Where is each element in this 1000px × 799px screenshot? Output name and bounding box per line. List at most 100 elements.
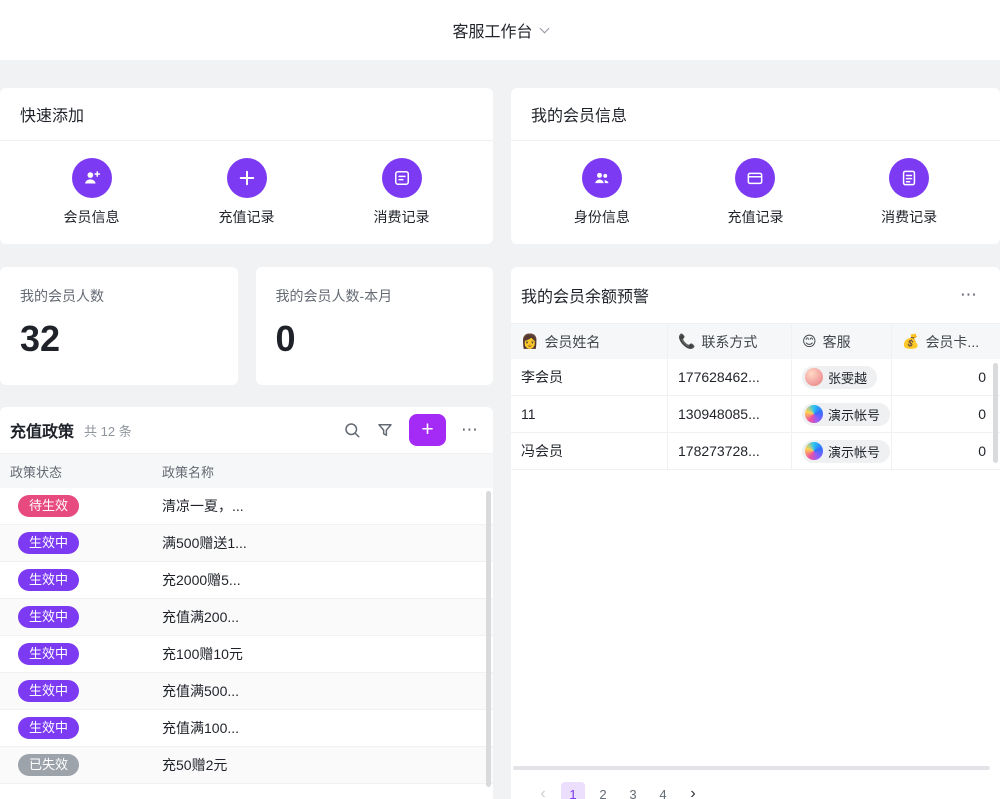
status-badge: 生效中 [18, 643, 79, 665]
policy-table-body: 待生效 清凉一夏，... 生效中 满500赠送1... 生效中 充2000赠5.… [0, 488, 493, 784]
quick-action-member-info[interactable]: 会员信息 [40, 158, 144, 227]
policy-actions: + ⋯ [343, 414, 479, 446]
quick-action-recharge-record[interactable]: 充值记录 [195, 158, 299, 227]
agent-name: 演示帐号 [828, 442, 880, 461]
member-name: 11 [511, 396, 668, 432]
policy-name: 充值满200... [162, 607, 493, 627]
money-icon: 💰 [902, 333, 919, 350]
policy-title: 充值政策 [10, 418, 74, 442]
card-recharge-policy: 充值政策 共 12 条 + ⋯ 政策状态 政策名称 待生效 清凉一夏，... [0, 407, 493, 799]
table-row[interactable]: 生效中 充2000赠5... [0, 562, 493, 599]
action-consumption-record[interactable]: 消费记录 [857, 158, 961, 227]
column-header-agent: 😊 客服 [792, 324, 892, 359]
pagination-page-3[interactable]: 3 [621, 782, 645, 799]
table-row[interactable]: 11 130948085... 演示帐号 0 [511, 396, 1000, 433]
table-row[interactable]: 生效中 充值满500... [0, 673, 493, 710]
member-name: 李会员 [511, 359, 668, 395]
horizontal-scrollbar[interactable] [513, 766, 990, 770]
card-balance: 0 [892, 433, 1000, 469]
workspace-switcher[interactable]: 客服工作台 [452, 18, 547, 42]
card-balance-warning: 我的会员余额预警 ⋯ 👩 会员姓名 📞 联系方式 😊 客服 💰 会员卡... [511, 267, 1000, 799]
stat-label: 我的会员人数-本月 [276, 286, 474, 306]
more-icon[interactable]: ⋯ [461, 420, 479, 440]
policy-count: 共 12 条 [84, 421, 132, 440]
quick-action-label: 消费记录 [374, 207, 430, 227]
balance-header: 我的会员余额预警 ⋯ [511, 267, 1000, 323]
pagination-page-1[interactable]: 1 [561, 782, 585, 799]
action-label: 充值记录 [727, 207, 783, 227]
card-member-info: 我的会员信息 身份信息 充值记录 消费记录 [511, 88, 1000, 244]
stat-label: 我的会员人数 [20, 286, 218, 306]
table-row[interactable]: 生效中 充100赠10元 [0, 636, 493, 673]
agent-chip[interactable]: 张雯越 [802, 366, 877, 389]
more-icon[interactable]: ⋯ [960, 285, 978, 305]
right-column: 我的会员信息 身份信息 充值记录 消费记录 [511, 88, 1000, 799]
pagination-next[interactable]: › [681, 782, 705, 799]
pagination-prev[interactable]: ‹ [531, 782, 555, 799]
policy-name: 充50赠2元 [162, 755, 493, 775]
policy-header: 充值政策 共 12 条 + ⋯ [0, 407, 493, 453]
balance-table-header: 👩 会员姓名 📞 联系方式 😊 客服 💰 会员卡... [511, 323, 1000, 359]
status-badge: 生效中 [18, 532, 79, 554]
card-balance: 0 [892, 359, 1000, 395]
chevron-down-icon [539, 23, 549, 33]
quick-action-label: 充值记录 [219, 207, 275, 227]
balance-table-body: 李会员 177628462... 张雯越 0 11 130948085... 演… [511, 359, 1000, 470]
policy-name: 清凉一夏，... [162, 496, 493, 516]
table-row[interactable]: 冯会员 178273728... 演示帐号 0 [511, 433, 1000, 470]
column-header-card-balance: 💰 会员卡... [892, 324, 1000, 359]
column-label: 客服 [823, 332, 851, 352]
stat-card-member-count: 我的会员人数 32 [0, 267, 238, 385]
bill-icon [382, 158, 422, 198]
filter-icon[interactable] [376, 421, 394, 439]
member-phone: 178273728... [668, 433, 792, 469]
plus-icon [227, 158, 267, 198]
policy-name: 充100赠10元 [162, 644, 493, 664]
stat-card-member-count-month: 我的会员人数-本月 0 [256, 267, 494, 385]
status-badge: 生效中 [18, 569, 79, 591]
policy-name: 充值满500... [162, 681, 493, 701]
pagination-page-4[interactable]: 4 [651, 782, 675, 799]
app-header: 客服工作台 [0, 0, 1000, 60]
policy-table-header: 政策状态 政策名称 [0, 454, 493, 488]
member-info-actions: 身份信息 充值记录 消费记录 [511, 141, 1000, 227]
action-recharge-record[interactable]: 充值记录 [703, 158, 807, 227]
member-phone: 177628462... [668, 359, 792, 395]
table-row[interactable]: 李会员 177628462... 张雯越 0 [511, 359, 1000, 396]
agent-chip[interactable]: 演示帐号 [802, 403, 890, 426]
document-icon [889, 158, 929, 198]
table-row[interactable]: 生效中 充值满100... [0, 710, 493, 747]
column-header-status: 政策状态 [0, 462, 162, 481]
spacer [511, 470, 1000, 766]
page-title: 客服工作台 [452, 18, 532, 42]
table-row[interactable]: 生效中 充值满200... [0, 599, 493, 636]
member-name: 冯会员 [511, 433, 668, 469]
avatar [805, 368, 823, 386]
pagination-page-2[interactable]: 2 [591, 782, 615, 799]
vertical-scrollbar[interactable] [993, 363, 998, 463]
quick-action-consumption-record[interactable]: 消费记录 [350, 158, 454, 227]
policy-name: 满500赠送1... [162, 533, 493, 553]
quick-add-actions: 会员信息 充值记录 消费记录 [0, 141, 493, 227]
search-icon[interactable] [343, 421, 361, 439]
column-label: 会员姓名 [544, 332, 600, 352]
table-row[interactable]: 待生效 清凉一夏，... [0, 488, 493, 525]
action-identity-info[interactable]: 身份信息 [550, 158, 654, 227]
wallet-icon [735, 158, 775, 198]
vertical-scrollbar[interactable] [486, 491, 491, 787]
left-column: 快速添加 会员信息 充值记录 消费记录 [0, 88, 493, 799]
column-header-member-name: 👩 会员姓名 [511, 324, 668, 359]
column-label: 会员卡... [925, 332, 979, 352]
quick-action-label: 会员信息 [64, 207, 120, 227]
table-row[interactable]: 已失效 充50赠2元 [0, 747, 493, 784]
table-row[interactable]: 生效中 满500赠送1... [0, 525, 493, 562]
status-badge: 生效中 [18, 680, 79, 702]
member-add-icon [72, 158, 112, 198]
balance-title: 我的会员余额预警 [521, 283, 649, 307]
phone-icon: 📞 [678, 333, 695, 350]
member-info-title: 我的会员信息 [531, 102, 627, 126]
agent-chip[interactable]: 演示帐号 [802, 440, 890, 463]
add-policy-button[interactable]: + [409, 414, 446, 446]
column-label: 联系方式 [701, 332, 757, 352]
column-header-name: 政策名称 [162, 462, 493, 481]
